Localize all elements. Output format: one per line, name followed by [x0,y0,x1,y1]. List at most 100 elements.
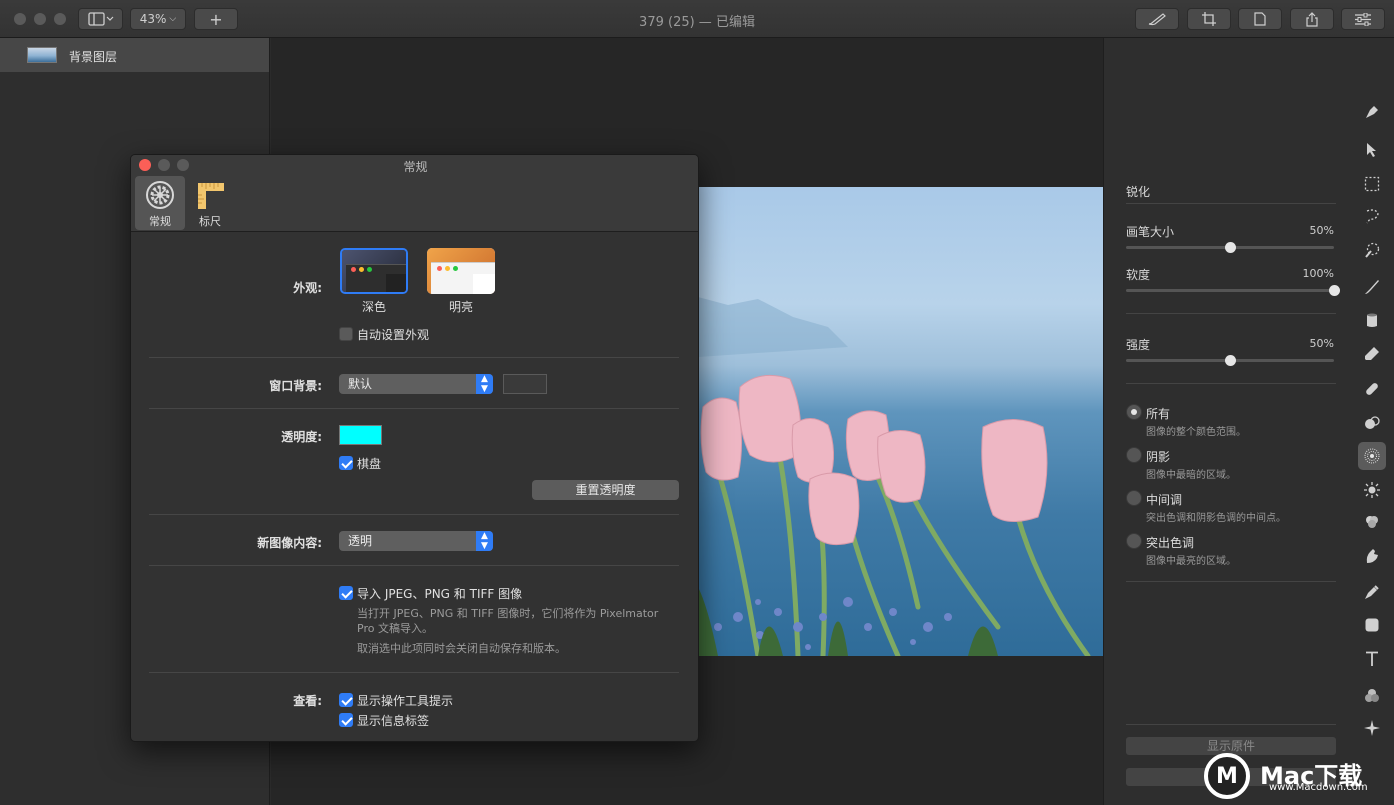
color-adjust-tool-icon[interactable] [1358,508,1386,536]
range-shadows-radio[interactable] [1126,447,1142,463]
softness-label: 软度 [1126,268,1151,282]
softness-slider[interactable] [1126,285,1340,296]
window-background-label: 窗口背景: [269,379,322,393]
window-title: 379 (25) — 已编辑 [639,15,755,30]
share-button[interactable] [1290,8,1334,30]
effects-tool-icon[interactable] [1358,714,1386,742]
crop-icon [1202,12,1216,26]
import-description-line2: Pro 文稿导入。 [357,622,433,635]
layer-name: 背景图层 [69,50,118,64]
strength-slider[interactable] [1126,355,1334,366]
eraser-tool-icon[interactable] [1358,340,1386,368]
slider-knob[interactable] [1329,285,1340,296]
adjustments-button[interactable] [1341,8,1385,30]
show-tool-tips-checkbox[interactable] [339,693,353,707]
tool-options-panel: 锐化 画笔大小 50% 软度 100% 强度 50% 所有 图像的整个颜色范围。… [1103,38,1394,805]
auto-appearance-checkbox[interactable] [339,327,353,341]
import-description-line1: 当打开 JPEG、PNG 和 TIFF 图像时，它们将作为 Pixelmator [357,607,659,620]
quick-select-tool-icon[interactable] [1358,236,1386,264]
checkerboard-checkbox[interactable] [339,456,353,470]
paint-brush-tool-icon[interactable] [1358,273,1386,301]
slider-knob[interactable] [1225,355,1236,366]
range-all-radio[interactable] [1126,404,1142,420]
new-image-content-value: 透明 [348,534,373,548]
divider [149,357,679,358]
divider [149,672,679,673]
clone-tool-icon[interactable] [1358,409,1386,437]
crop-button[interactable] [1187,8,1231,30]
shape-tool-icon[interactable] [1358,611,1386,639]
lasso-tool-icon[interactable] [1358,202,1386,230]
import-images-label: 导入 JPEG、PNG 和 TIFF 图像 [357,587,523,601]
brush-size-slider[interactable] [1126,242,1334,253]
checkerboard-label: 棋盘 [357,457,382,471]
transparency-color-well[interactable] [339,425,382,445]
lighten-tool-icon[interactable] [1358,476,1386,504]
pen-tool-icon[interactable] [1358,578,1386,606]
tab-rulers-label: 标尺 [199,215,221,228]
paint-bucket-tool-icon[interactable] [1358,306,1386,334]
watermark-url: www.Macdown.com [1269,782,1368,793]
sliders-icon [1355,12,1371,26]
preferences-toolbar: 常规 常规 标尺 [131,155,698,232]
divider [1126,313,1336,314]
layer-row[interactable]: 背景图层 [0,38,269,72]
divider [1126,203,1336,204]
show-info-labels-checkbox[interactable] [339,713,353,727]
window-background-select[interactable]: 默认 ▲ ▼ [339,374,493,394]
smudge-tool-icon[interactable] [1358,542,1386,570]
layer-thumbnail [27,47,57,63]
range-midtones-label: 中间调 [1146,493,1183,507]
rectangle-select-tool-icon[interactable] [1358,170,1386,198]
canvas-image[interactable] [698,187,1103,656]
appearance-dark-option[interactable] [340,248,408,294]
divider [1126,724,1336,725]
brush-size-label: 画笔大小 [1126,225,1175,239]
reset-transparency-button[interactable]: 重置透明度 [532,480,679,500]
range-all-desc: 图像的整个颜色范围。 [1146,427,1246,438]
appearance-light-caption: 明亮 [448,300,473,314]
window-background-color-well[interactable] [503,374,547,394]
updown-arrows-icon: ▲ ▼ [476,374,493,394]
new-image-content-label: 新图像内容: [257,536,322,550]
tab-general[interactable]: 常规 [135,176,185,230]
range-highlights-radio[interactable] [1126,533,1142,549]
range-midtones-radio[interactable] [1126,490,1142,506]
new-image-content-select[interactable]: 透明 ▲ ▼ [339,531,493,551]
window-background-value: 默认 [348,377,373,391]
range-highlights-label: 突出色调 [1146,536,1195,550]
appearance-light-option[interactable] [427,248,495,294]
document-button[interactable] [1238,8,1282,30]
edit-tools-button[interactable] [1135,8,1179,30]
tool-options-title: 锐化 [1126,185,1151,199]
arrange-tool-icon[interactable] [1358,136,1386,164]
color-picker-tool-icon[interactable] [1358,682,1386,710]
divider [149,408,679,409]
divider [149,514,679,515]
view-label: 查看: [293,694,322,708]
transparency-label: 透明度: [281,430,322,444]
strength-label: 强度 [1126,338,1151,352]
brush-icon [1148,13,1166,26]
ruler-icon [198,183,224,209]
strength-value: 50% [1309,337,1334,350]
range-midtones-desc: 突出色调和阴影色调的中间点。 [1146,513,1286,524]
preferences-title: 常规 [403,160,428,174]
app-window: 43% ⌵ + 379 (25) — 已编辑 背景图层 锐化 画笔大小 50% … [0,0,1394,805]
range-shadows-desc: 图像中最暗的区域。 [1146,470,1236,481]
auto-appearance-label: 自动设置外观 [357,328,430,342]
document-icon [1254,12,1266,26]
import-images-checkbox[interactable] [339,586,353,600]
title-bar: 43% ⌵ + 379 (25) — 已编辑 [0,0,1394,38]
style-tool-icon[interactable] [1358,98,1386,126]
softness-value: 100% [1302,267,1334,280]
updown-arrows-icon: ▲ ▼ [476,531,493,551]
gear-icon [146,181,174,209]
appearance-label: 外观: [293,281,322,295]
sharpen-tool-icon[interactable] [1358,442,1386,470]
text-tool-icon[interactable] [1358,645,1386,673]
slider-knob[interactable] [1225,242,1236,253]
tab-rulers[interactable]: 标尺 [185,176,235,230]
range-highlights-desc: 图像中最亮的区域。 [1146,556,1236,567]
repair-tool-icon[interactable] [1358,375,1386,403]
